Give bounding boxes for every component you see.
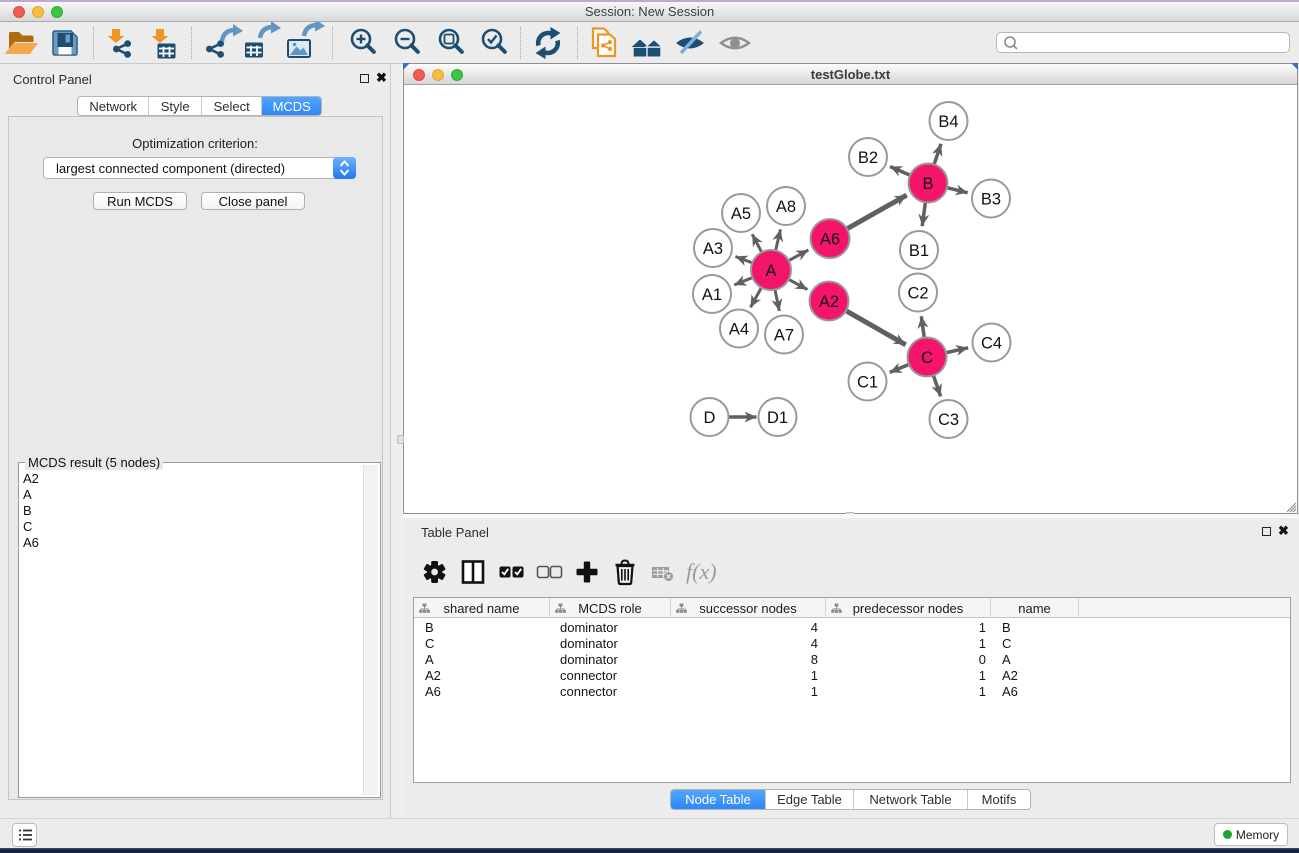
svg-text:f(x): f(x) [686, 559, 717, 584]
